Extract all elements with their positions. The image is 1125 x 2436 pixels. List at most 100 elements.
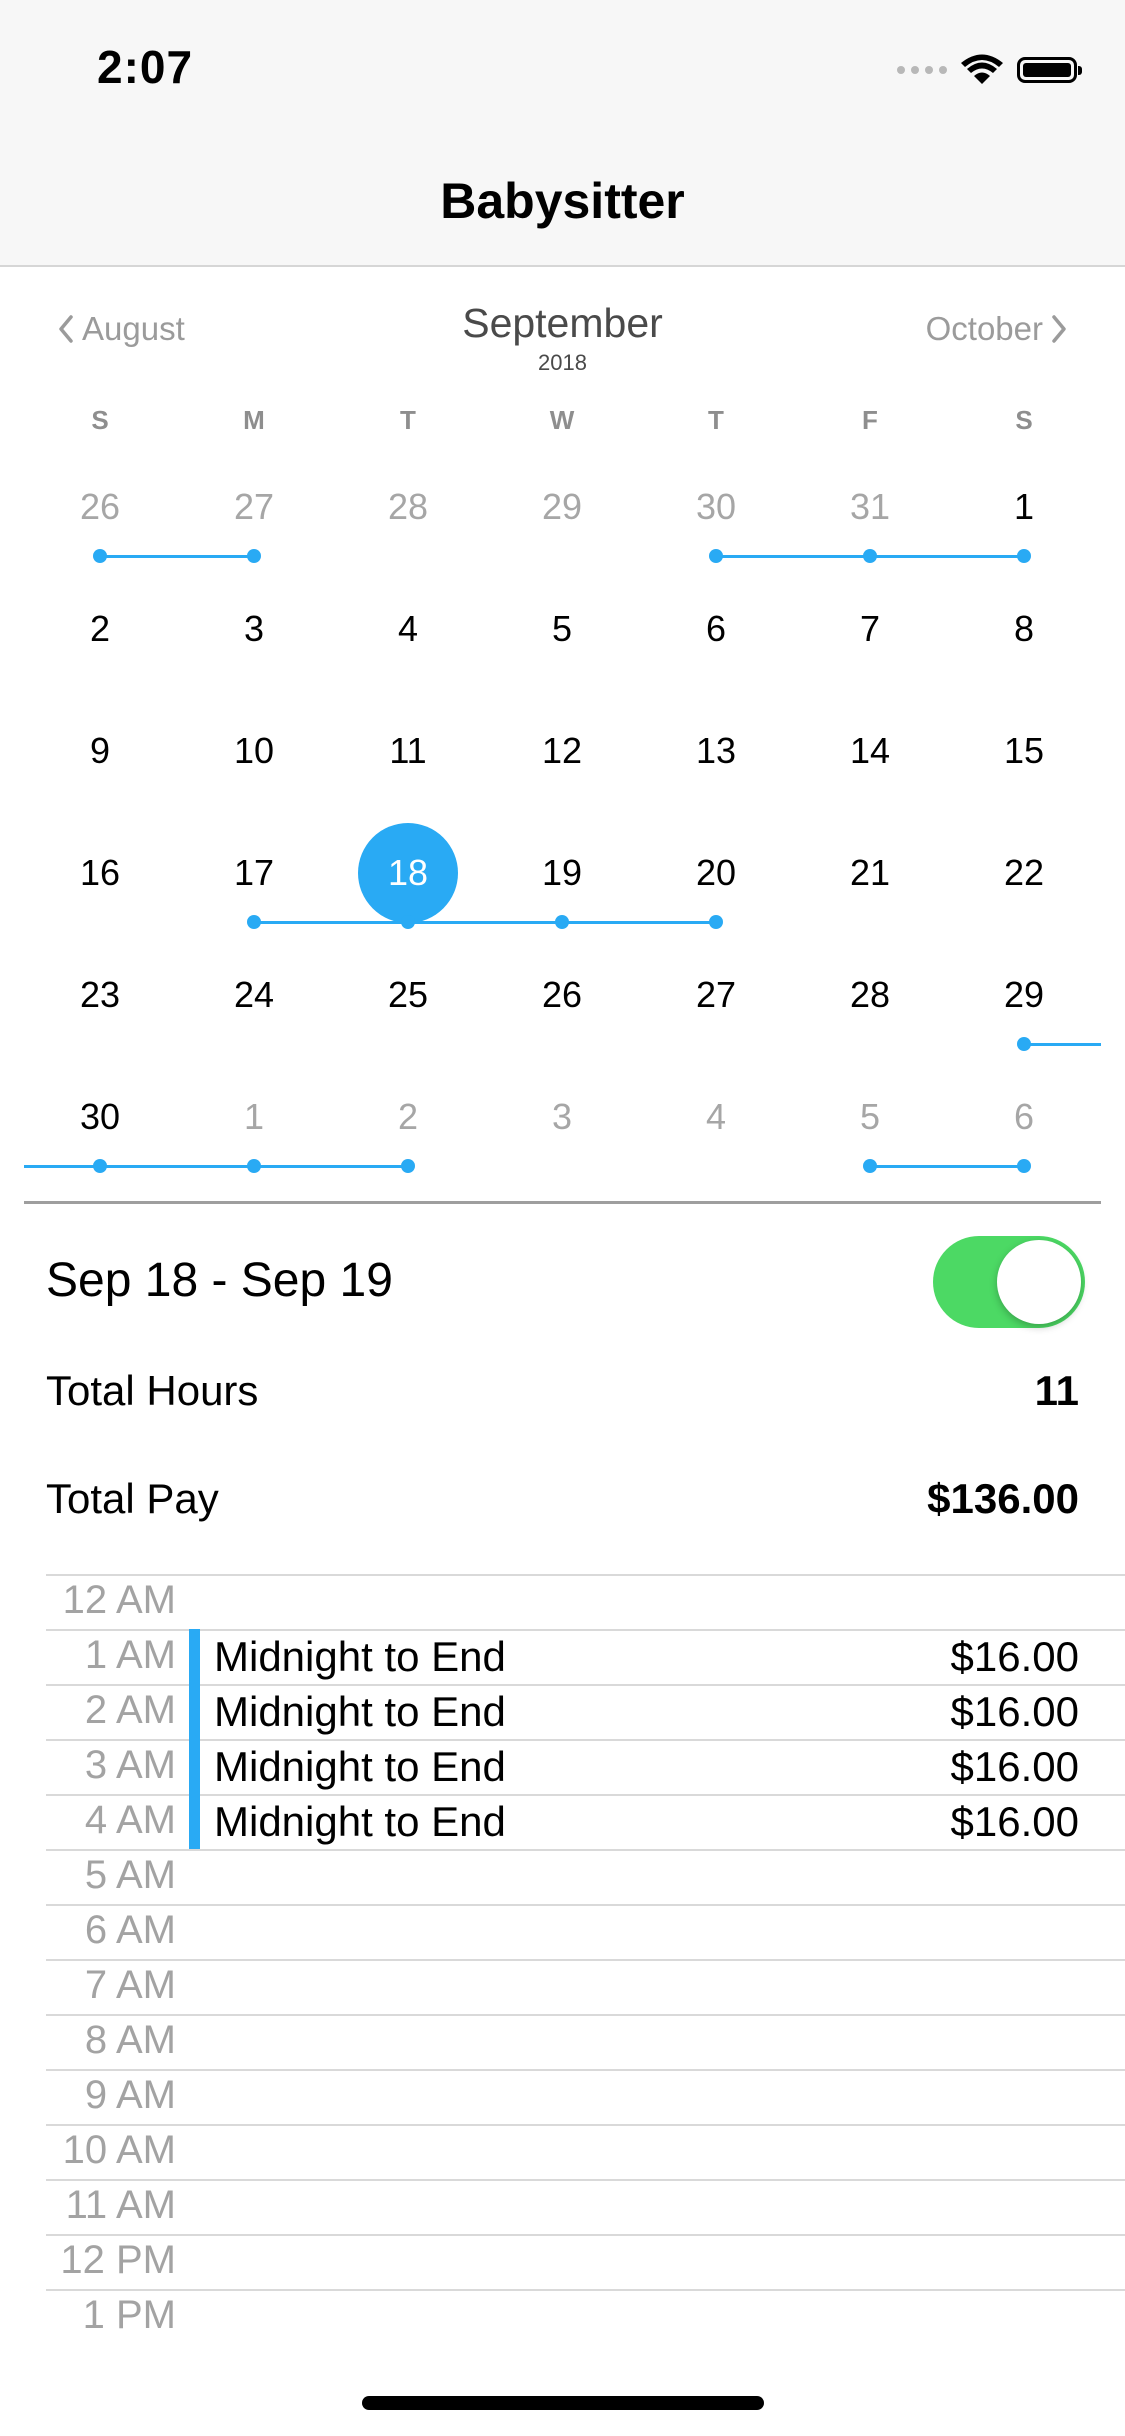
booking-range-line [100, 555, 254, 558]
calendar-day[interactable]: 26 [512, 945, 612, 1045]
calendar-day[interactable]: 20 [666, 823, 766, 923]
calendar-day[interactable]: 28 [358, 457, 458, 557]
calendar-day[interactable]: 11 [358, 701, 458, 801]
calendar-day[interactable]: 25 [358, 945, 458, 1045]
hour-label: 10 AM [62, 2128, 176, 2172]
booking-dot [401, 915, 415, 929]
calendar-day[interactable]: 13 [666, 701, 766, 801]
calendar-divider [24, 1201, 1101, 1204]
total-hours-value: 11 [1034, 1367, 1079, 1414]
calendar-day-number: 25 [387, 974, 429, 1015]
hour-row: 8 AM [46, 2014, 1125, 2069]
calendar-day[interactable]: 3 [512, 1067, 612, 1167]
rate-entry-label[interactable]: Midnight to End [214, 1743, 506, 1791]
calendar-day-number: 26 [79, 486, 121, 527]
calendar-day[interactable]: 2 [50, 579, 150, 679]
hour-row: 11 AM [46, 2179, 1125, 2234]
calendar-day[interactable]: 21 [820, 823, 920, 923]
calendar-day-number: 31 [849, 486, 891, 527]
calendar-day[interactable]: 5 [820, 1067, 920, 1167]
booking-dot [1017, 549, 1031, 563]
calendar-day-number: 7 [859, 608, 881, 649]
calendar-day[interactable]: 4 [666, 1067, 766, 1167]
calendar-day-number: 1 [1013, 486, 1035, 527]
calendar-day-number: 20 [695, 852, 737, 893]
calendar-day[interactable]: 26 [50, 457, 150, 557]
calendar-day-selected[interactable]: 18 [358, 823, 458, 923]
calendar-grid: 26 27 28 29 30 31 1 2 3 4 5 6 7 8 9 10 11 12 13 14 15 16 17 18 1… [0, 0, 1125, 1210]
calendar-day[interactable]: 6 [666, 579, 766, 679]
calendar-day-number: 3 [243, 608, 265, 649]
hour-label: 9 AM [84, 2073, 176, 2117]
calendar-day-number: 17 [233, 852, 275, 893]
hour-label: 3 AM [84, 1743, 176, 1787]
booking-dot [1017, 1159, 1031, 1173]
rate-entry-label[interactable]: Midnight to End [214, 1633, 506, 1681]
calendar-day[interactable]: 19 [512, 823, 612, 923]
rate-entry-amount: $16.00 [950, 1798, 1079, 1845]
calendar-day[interactable]: 1 [974, 457, 1074, 557]
booking-dot [709, 915, 723, 929]
calendar-day[interactable]: 17 [204, 823, 304, 923]
calendar-day-number: 28 [849, 974, 891, 1015]
booking-dot [93, 549, 107, 563]
hour-row: 1 PM [46, 2289, 1125, 2344]
calendar-day[interactable]: 30 [666, 457, 766, 557]
booking-dot [247, 1159, 261, 1173]
calendar-day-number: 23 [79, 974, 121, 1015]
calendar-day-number: 12 [541, 730, 583, 771]
hour-label: 2 AM [84, 1688, 176, 1732]
calendar-day[interactable]: 10 [204, 701, 304, 801]
calendar-day[interactable]: 5 [512, 579, 612, 679]
calendar-day[interactable]: 14 [820, 701, 920, 801]
calendar-day-number: 18 [387, 852, 429, 893]
calendar-day-number: 30 [695, 486, 737, 527]
calendar-day[interactable]: 31 [820, 457, 920, 557]
hour-row: 3 AM Midnight to End $16.00 [46, 1739, 1125, 1796]
calendar-day-number: 29 [1003, 974, 1045, 1015]
calendar-day[interactable]: 15 [974, 701, 1074, 801]
calendar-day[interactable]: 1 [204, 1067, 304, 1167]
calendar-day[interactable]: 6 [974, 1067, 1074, 1167]
booking-range-line [24, 1165, 408, 1168]
hour-row: 12 PM [46, 2234, 1125, 2289]
booking-dot [709, 549, 723, 563]
calendar-day[interactable]: 2 [358, 1067, 458, 1167]
calendar-day[interactable]: 8 [974, 579, 1074, 679]
hour-label: 6 AM [84, 1908, 176, 1952]
calendar-day[interactable]: 23 [50, 945, 150, 1045]
calendar-day[interactable]: 4 [358, 579, 458, 679]
rate-entry-bar [189, 1794, 200, 1851]
calendar-day[interactable]: 24 [204, 945, 304, 1045]
rate-entry-label[interactable]: Midnight to End [214, 1688, 506, 1736]
hour-label: 5 AM [84, 1853, 176, 1897]
calendar-day[interactable]: 12 [512, 701, 612, 801]
calendar-day[interactable]: 30 [50, 1067, 150, 1167]
selected-range-title: Sep 18 - Sep 19 [46, 1254, 393, 1307]
calendar-day-number: 1 [243, 1096, 265, 1137]
calendar-day-number: 16 [79, 852, 121, 893]
calendar-day[interactable]: 29 [974, 945, 1074, 1045]
rate-entry-label[interactable]: Midnight to End [214, 1798, 506, 1846]
hour-label: 4 AM [84, 1798, 176, 1842]
home-indicator[interactable] [362, 2396, 764, 2410]
calendar-day[interactable]: 27 [204, 457, 304, 557]
calendar-day[interactable]: 28 [820, 945, 920, 1045]
calendar-day[interactable]: 16 [50, 823, 150, 923]
hourly-schedule[interactable]: 12 AM 1 AM Midnight to End $16.00 2 AM Midnig… [46, 1574, 1125, 2344]
hour-row: 12 AM [46, 1574, 1125, 1629]
hour-row: 5 AM [46, 1849, 1125, 1904]
calendar-day-number: 29 [541, 486, 583, 527]
hour-label: 11 AM [65, 2183, 176, 2227]
hour-row: 10 AM [46, 2124, 1125, 2179]
calendar-day[interactable]: 9 [50, 701, 150, 801]
booking-toggle[interactable] [933, 1236, 1085, 1328]
calendar-day[interactable]: 27 [666, 945, 766, 1045]
calendar-day[interactable]: 3 [204, 579, 304, 679]
calendar-day-number: 4 [705, 1096, 727, 1137]
calendar-day[interactable]: 7 [820, 579, 920, 679]
calendar-day[interactable]: 29 [512, 457, 612, 557]
calendar-day-number: 24 [233, 974, 275, 1015]
calendar-day[interactable]: 22 [974, 823, 1074, 923]
calendar-day-number: 27 [695, 974, 737, 1015]
